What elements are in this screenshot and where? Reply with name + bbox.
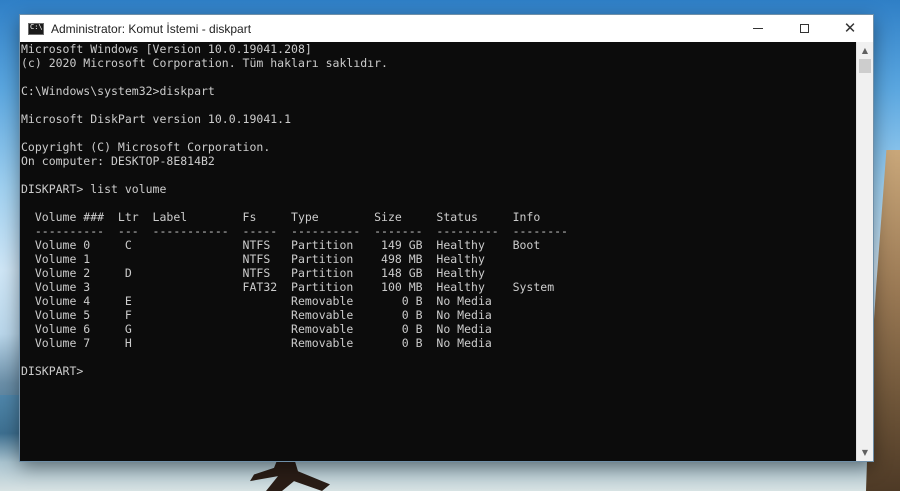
console-line: Volume 6 G Removable 0 B No Media xyxy=(21,322,492,336)
console-line: Volume 7 H Removable 0 B No Media xyxy=(21,336,492,350)
maximize-icon xyxy=(799,24,809,33)
console-line: ---------- --- ----------- ----- -------… xyxy=(21,224,568,238)
scroll-down-button[interactable]: ▼ xyxy=(857,444,873,461)
console-line: On computer: DESKTOP-8E814B2 xyxy=(21,154,215,168)
console-line: Volume 4 E Removable 0 B No Media xyxy=(21,294,492,308)
console-line: (c) 2020 Microsoft Corporation. Tüm hakl… xyxy=(21,56,388,70)
console-line: Volume 1 NTFS Partition 498 MB Healthy xyxy=(21,252,485,266)
minimize-button[interactable] xyxy=(735,15,781,42)
console-line: DISKPART> xyxy=(21,364,91,378)
title-bar[interactable]: Administrator: Komut İstemi - diskpart ✕ xyxy=(20,15,873,42)
scroll-down-icon: ▼ xyxy=(861,448,869,457)
console-line: Microsoft Windows [Version 10.0.19041.20… xyxy=(21,42,312,56)
console-line: Volume 5 F Removable 0 B No Media xyxy=(21,308,492,322)
cmd-icon[interactable] xyxy=(28,22,44,35)
scroll-up-icon: ▲ xyxy=(861,46,869,55)
console-line: Volume 0 C NTFS Partition 149 GB Healthy… xyxy=(21,238,541,252)
console-line: Volume 2 D NTFS Partition 148 GB Healthy xyxy=(21,266,485,280)
console-line: DISKPART> list volume xyxy=(21,182,167,196)
console-line: Microsoft DiskPart version 10.0.19041.1 xyxy=(21,112,292,126)
console-line: Volume 3 FAT32 Partition 100 MB Healthy … xyxy=(21,280,555,294)
close-icon: ✕ xyxy=(843,19,857,37)
console-text: Microsoft Windows [Version 10.0.19041.20… xyxy=(21,42,568,378)
command-prompt-window[interactable]: Administrator: Komut İstemi - diskpart ✕… xyxy=(20,15,873,461)
minimize-icon xyxy=(753,28,763,29)
console-output[interactable]: Microsoft Windows [Version 10.0.19041.20… xyxy=(20,42,856,461)
console-line: Volume ### Ltr Label Fs Type Size Status… xyxy=(21,210,541,224)
console-line: C:\Windows\system32>diskpart xyxy=(21,84,215,98)
window-title: Administrator: Komut İstemi - diskpart xyxy=(51,21,252,36)
close-button[interactable]: ✕ xyxy=(827,15,873,42)
vertical-scrollbar[interactable]: ▲ ▼ xyxy=(856,42,873,461)
scroll-thumb[interactable] xyxy=(859,59,871,73)
maximize-button[interactable] xyxy=(781,15,827,42)
scroll-up-button[interactable]: ▲ xyxy=(857,42,873,59)
console-line: Copyright (C) Microsoft Corporation. xyxy=(21,140,271,154)
